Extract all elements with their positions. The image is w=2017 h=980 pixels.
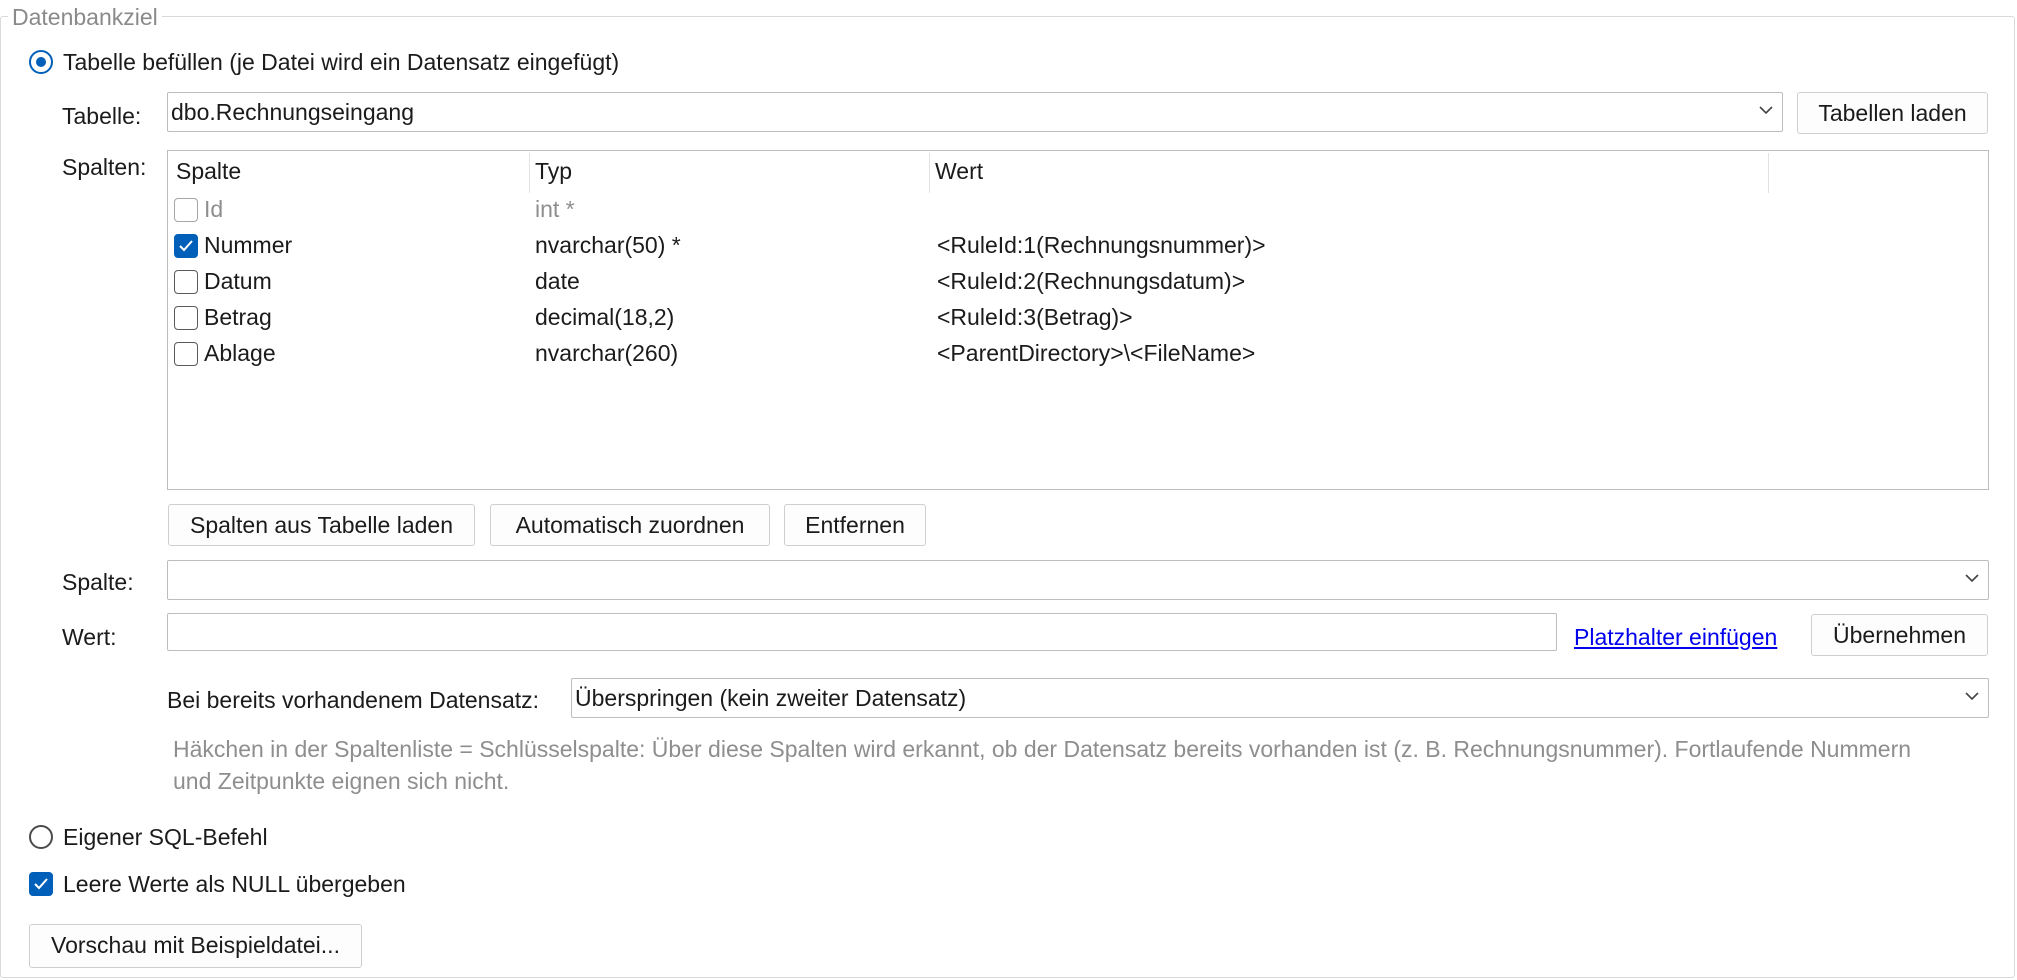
table-select[interactable]: dbo.Rechnungseingang — [167, 92, 1783, 132]
row-datum-name: Datum — [204, 268, 272, 294]
apply-button[interactable]: Übernehmen — [1811, 614, 1988, 656]
chevron-down-icon — [1759, 106, 1773, 115]
check-icon — [34, 878, 48, 890]
column-edit-label: Spalte: — [62, 569, 134, 595]
auto-assign-button[interactable]: Automatisch zuordnen — [490, 504, 770, 546]
null-values-checkbox[interactable] — [29, 872, 53, 896]
header-column[interactable]: Spalte — [176, 156, 241, 186]
check-icon — [179, 240, 193, 252]
load-columns-button[interactable]: Spalten aus Tabelle laden — [168, 504, 475, 546]
row-ablage-name: Ablage — [204, 340, 276, 366]
chevron-down-icon — [1965, 574, 1979, 583]
existing-select[interactable]: Überspringen (kein zweiter Datensatz) — [571, 678, 1989, 718]
table-label: Tabelle: — [62, 103, 142, 129]
preview-button[interactable]: Vorschau mit Beispieldatei... — [29, 924, 362, 968]
header-value[interactable]: Wert — [935, 156, 983, 186]
key-column-hint-line1: Häkchen in der Spaltenliste = Schlüssels… — [173, 736, 1912, 762]
chevron-down-icon — [1965, 692, 1979, 701]
columns-label: Spalten: — [62, 154, 147, 180]
row-nummer-name: Nummer — [204, 232, 293, 258]
mode-table-radio[interactable] — [29, 50, 53, 74]
header-type[interactable]: Typ — [535, 156, 572, 186]
load-tables-button[interactable]: Tabellen laden — [1797, 92, 1988, 134]
existing-label: Bei bereits vorhandenem Datensatz: — [167, 687, 540, 713]
value-edit-input[interactable] — [167, 613, 1557, 651]
table-select-value: dbo.Rechnungseingang — [171, 99, 414, 125]
row-nummer-checkbox[interactable] — [174, 234, 198, 258]
row-betrag-value: <RuleId:3(Betrag)> — [937, 304, 1133, 330]
columns-grid[interactable]: Spalte Typ Wert Id int * Nummer nvarchar… — [167, 150, 1989, 490]
row-betrag-name: Betrag — [204, 304, 272, 330]
mode-table-label[interactable]: Tabelle befüllen (je Datei wird ein Date… — [63, 47, 619, 77]
row-nummer-type: nvarchar(50) * — [535, 232, 681, 258]
row-ablage-type: nvarchar(260) — [535, 340, 679, 366]
mode-sql-label[interactable]: Eigener SQL-Befehl — [63, 822, 268, 852]
mode-sql-radio[interactable] — [29, 825, 53, 849]
row-ablage-checkbox[interactable] — [174, 342, 198, 366]
row-betrag-type: decimal(18,2) — [535, 304, 675, 330]
existing-select-value: Überspringen (kein zweiter Datensatz) — [575, 685, 967, 711]
row-datum-value: <RuleId:2(Rechnungsdatum)> — [937, 268, 1246, 294]
remove-button[interactable]: Entfernen — [784, 504, 926, 546]
row-id-checkbox[interactable] — [174, 198, 198, 222]
column-edit-select[interactable] — [167, 560, 1989, 600]
row-nummer-value: <RuleId:1(Rechnungsnummer)> — [937, 232, 1266, 258]
insert-placeholder-link[interactable]: Platzhalter einfügen — [1574, 622, 1777, 652]
key-column-hint-line2: und Zeitpunkte eignen sich nicht. — [173, 768, 510, 794]
row-datum-type: date — [535, 268, 580, 294]
value-edit-label: Wert: — [62, 624, 117, 650]
null-values-label[interactable]: Leere Werte als NULL übergeben — [63, 869, 406, 899]
row-betrag-checkbox[interactable] — [174, 306, 198, 330]
group-legend: Datenbankziel — [8, 2, 162, 32]
row-datum-checkbox[interactable] — [174, 270, 198, 294]
row-id-name: Id — [204, 196, 224, 222]
row-ablage-value: <ParentDirectory>\<FileName> — [937, 340, 1256, 366]
row-id-type: int * — [535, 196, 575, 222]
